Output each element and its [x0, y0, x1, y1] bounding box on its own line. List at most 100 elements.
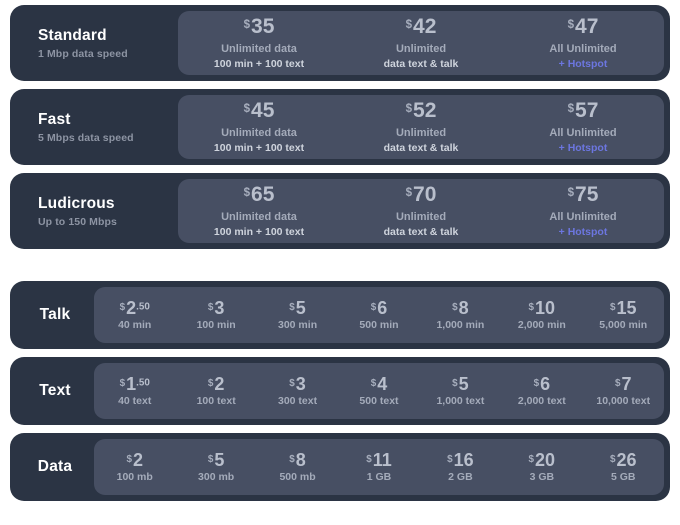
plan-card[interactable]: Standard 1 Mbp data speed $35 Unlimited dat…: [10, 5, 670, 81]
price-amount: 5: [295, 297, 306, 318]
addon-option[interactable]: $8 1,000 min: [420, 299, 501, 332]
addon-option[interactable]: $5 1,000 text: [420, 375, 501, 408]
plan-option[interactable]: $45 Unlimited data 100 min + 100 text: [178, 100, 340, 154]
plan-option[interactable]: $70 Unlimited data text & talk: [340, 184, 502, 238]
addon-option-price: $26: [610, 451, 637, 469]
currency-symbol: $: [243, 19, 251, 32]
addon-name: Talk: [39, 306, 71, 323]
plan-option-line2: data text & talk: [383, 225, 459, 238]
addon-card[interactable]: Talk $2.50 40 min $3 100 min $5 300 min $6 500 m…: [10, 281, 670, 349]
currency-symbol: $: [567, 187, 575, 200]
plan-speed: 1 Mbp data speed: [38, 48, 128, 61]
plan-card[interactable]: Fast 5 Mbps data speed $45 Unlimited data 10…: [10, 89, 670, 165]
addon-option[interactable]: $3 300 text: [257, 375, 338, 408]
currency-symbol: $: [533, 377, 540, 389]
addon-option-quantity: 300 min: [278, 318, 318, 331]
plan-option-line2: data text & talk: [383, 141, 459, 154]
addon-options-panel: $2 100 mb $5 300 mb $8 500 mb $11 1 GB $16 2 GB $2…: [94, 439, 664, 495]
currency-symbol: $: [609, 301, 616, 313]
plan-option[interactable]: $75 All Unlimited + Hotspot: [502, 184, 664, 238]
addon-option-price: $3: [208, 299, 225, 317]
plan-options-panel: $35 Unlimited data 100 min + 100 text $42 Un…: [178, 11, 664, 75]
addon-option[interactable]: $8 500 mb: [257, 451, 338, 484]
plan-option-line1: All Unlimited: [549, 126, 617, 139]
plan-option-price: $52: [406, 100, 437, 121]
addon-option-quantity: 5,000 min: [599, 318, 648, 331]
addon-option[interactable]: $2.50 40 min: [94, 299, 175, 332]
currency-symbol: $: [609, 453, 616, 465]
plan-options-panel: $65 Unlimited data 100 min + 100 text $70 Un…: [178, 179, 664, 243]
addon-option[interactable]: $2 100 text: [175, 375, 256, 408]
price-amount: 2: [214, 373, 225, 394]
addon-option[interactable]: $4 500 text: [338, 375, 419, 408]
currency-symbol: $: [207, 301, 214, 313]
currency-symbol: $: [119, 377, 126, 389]
addon-option[interactable]: $1.50 40 text: [94, 375, 175, 408]
addon-option-quantity: 100 text: [196, 394, 236, 407]
plan-option-line2: 100 min + 100 text: [213, 141, 305, 154]
plan-option-line1: Unlimited: [395, 126, 447, 139]
addon-card[interactable]: Data $2 100 mb $5 300 mb $8 500 mb $11 1 GB $16 2 …: [10, 433, 670, 501]
plan-option[interactable]: $35 Unlimited data 100 min + 100 text: [178, 16, 340, 70]
addon-option[interactable]: $20 3 GB: [501, 451, 582, 484]
price-amount: 6: [540, 373, 551, 394]
price-amount: 10: [535, 297, 556, 318]
plan-option[interactable]: $42 Unlimited data text & talk: [340, 16, 502, 70]
addon-label: Talk: [16, 287, 94, 343]
addon-option[interactable]: $6 500 min: [338, 299, 419, 332]
plan-option-line1: Unlimited: [395, 210, 447, 223]
currency-symbol: $: [366, 453, 372, 465]
addon-option-price: $5: [208, 451, 225, 469]
plan-label: Standard 1 Mbp data speed: [16, 11, 178, 75]
plan-label: Ludicrous Up to 150 Mbps: [16, 179, 178, 243]
addon-option-price: $5: [452, 375, 469, 393]
addon-option[interactable]: $2 100 mb: [94, 451, 175, 484]
addon-option[interactable]: $26 5 GB: [583, 451, 664, 484]
addon-option[interactable]: $3 100 min: [175, 299, 256, 332]
plan-option-price: $65: [244, 184, 275, 205]
addon-option[interactable]: $5 300 mb: [175, 451, 256, 484]
addon-option[interactable]: $10 2,000 min: [501, 299, 582, 332]
pricing-page: Standard 1 Mbp data speed $35 Unlimited dat…: [0, 0, 680, 525]
currency-symbol: $: [528, 301, 535, 313]
price-amount: 3: [295, 373, 306, 394]
addon-option-quantity: 40 min: [118, 318, 152, 331]
plan-options-panel: $45 Unlimited data 100 min + 100 text $52 Un…: [178, 95, 664, 159]
addon-option-quantity: 1,000 min: [436, 318, 485, 331]
plan-option[interactable]: $65 Unlimited data 100 min + 100 text: [178, 184, 340, 238]
price-amount: 20: [535, 449, 556, 470]
plan-option[interactable]: $47 All Unlimited + Hotspot: [502, 16, 664, 70]
currency-symbol: $: [289, 377, 295, 389]
price-amount: 75: [575, 182, 599, 206]
addon-option-price: $4: [371, 375, 388, 393]
addon-option[interactable]: $7 10,000 text: [583, 375, 664, 408]
plan-card[interactable]: Ludicrous Up to 150 Mbps $65 Unlimited data…: [10, 173, 670, 249]
price-amount: 2: [126, 297, 137, 318]
addon-option-quantity: 1 GB: [366, 470, 392, 483]
addon-option[interactable]: $16 2 GB: [420, 451, 501, 484]
plan-option[interactable]: $52 Unlimited data text & talk: [340, 100, 502, 154]
addon-option-quantity: 500 mb: [279, 470, 316, 483]
currency-symbol: $: [243, 103, 251, 116]
price-amount: 65: [251, 182, 275, 206]
addon-option[interactable]: $5 300 min: [257, 299, 338, 332]
price-amount: 6: [377, 297, 388, 318]
price-amount: 15: [616, 297, 637, 318]
addon-option-price: $6: [534, 375, 551, 393]
addon-option-price: $8: [289, 451, 306, 469]
plan-option[interactable]: $57 All Unlimited + Hotspot: [502, 100, 664, 154]
addon-option[interactable]: $11 1 GB: [338, 451, 419, 484]
addon-card[interactable]: Text $1.50 40 text $2 100 text $3 300 text $4 50…: [10, 357, 670, 425]
addon-option-quantity: 3 GB: [529, 470, 555, 483]
price-amount: 16: [453, 449, 474, 470]
addon-option[interactable]: $15 5,000 min: [583, 299, 664, 332]
price-amount: 47: [575, 14, 599, 38]
plan-option-line1: All Unlimited: [549, 210, 617, 223]
plan-option-line2: + Hotspot: [558, 225, 608, 238]
addon-option[interactable]: $6 2,000 text: [501, 375, 582, 408]
addon-option-quantity: 100 min: [196, 318, 236, 331]
currency-symbol: $: [614, 377, 621, 389]
addon-option-price: $3: [289, 375, 306, 393]
plan-option-line2: + Hotspot: [558, 57, 608, 70]
price-amount: 70: [413, 182, 437, 206]
